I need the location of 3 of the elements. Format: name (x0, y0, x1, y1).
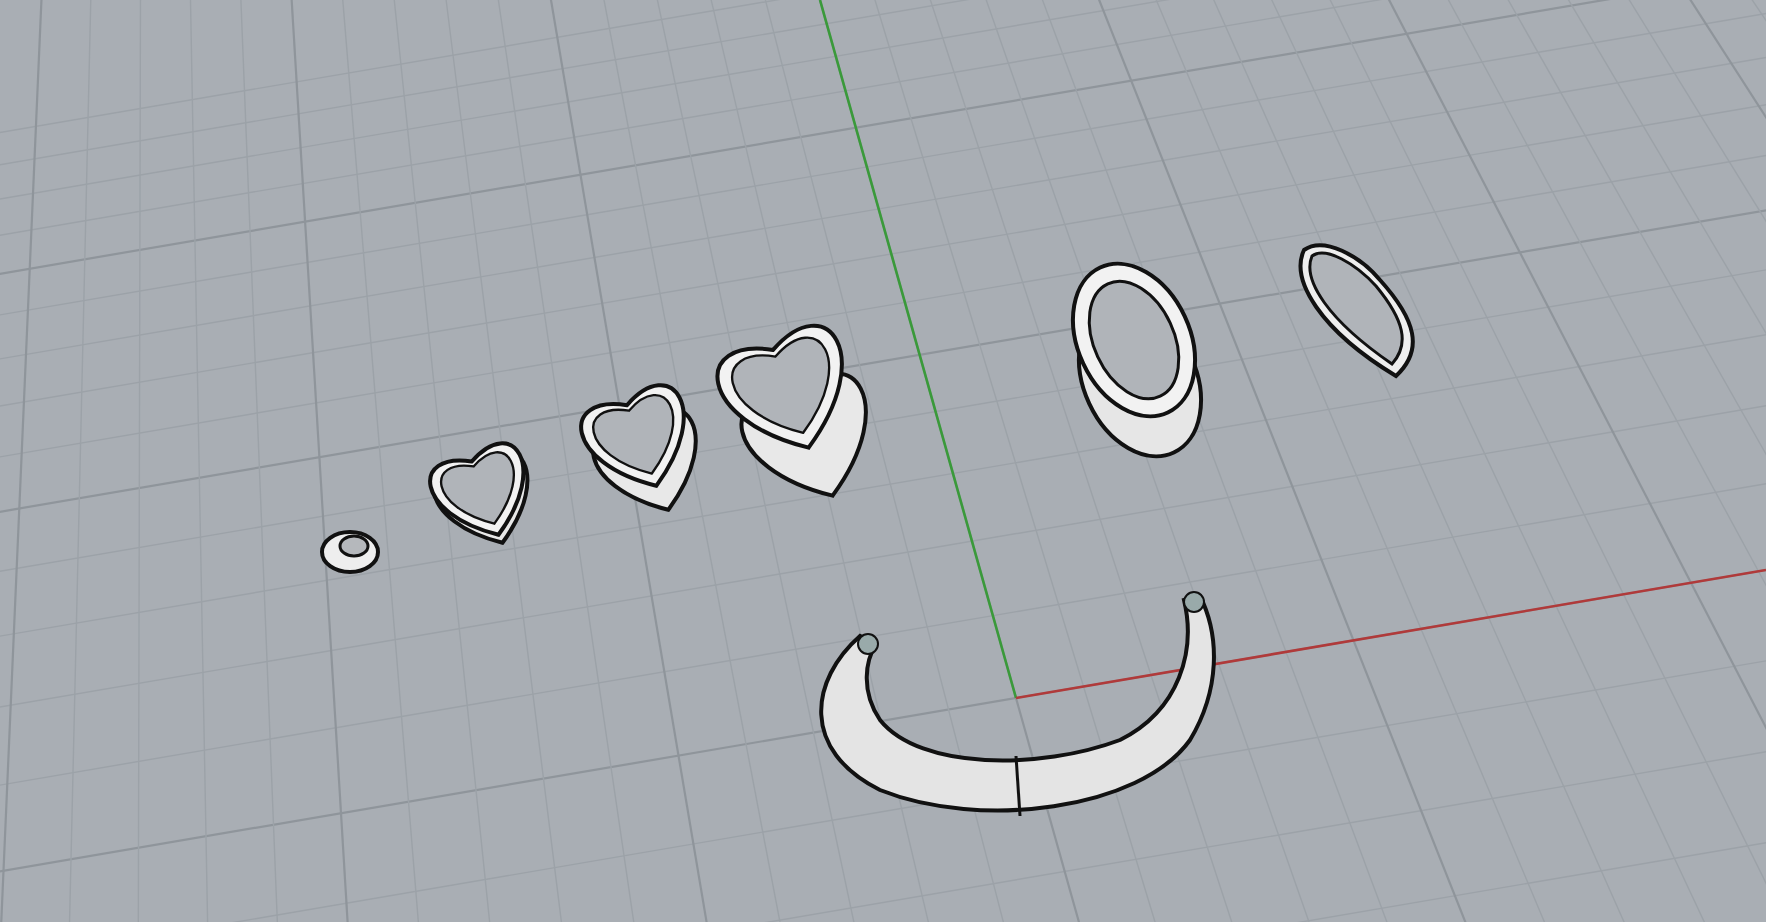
viewport-canvas[interactable] (0, 0, 1766, 922)
heart-ring-drawing (579, 383, 698, 512)
heart-ring-drawing (428, 441, 530, 545)
